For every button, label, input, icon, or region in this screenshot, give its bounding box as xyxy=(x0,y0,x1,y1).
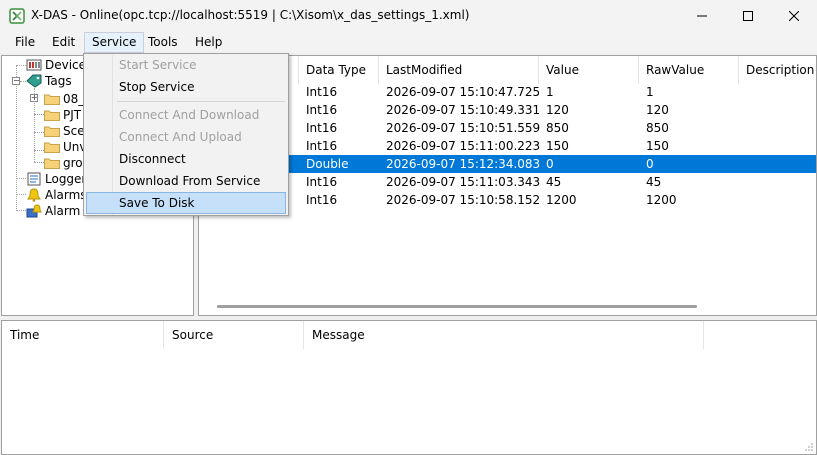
tree-item-folder[interactable]: Sce xyxy=(44,123,85,139)
table-row[interactable]: Int16 2026-09-07 15:10:51.559 850 850 xyxy=(199,119,816,137)
menu-stop-service[interactable]: Stop Service xyxy=(86,76,286,98)
menu-bar: File Edit Service Tools Help xyxy=(0,32,817,53)
tree-item-label: Alarms xyxy=(45,188,87,202)
cell-raw-value: 150 xyxy=(646,139,669,153)
cell-raw-value: 0 xyxy=(646,157,654,171)
table-row[interactable]: Int16 2026-09-07 15:10:47.725 1 1 xyxy=(199,83,816,101)
cell-data-type: Int16 xyxy=(306,175,338,189)
cell-last-modified: 2026-09-07 15:11:03.343 xyxy=(386,175,541,189)
window-title: X-DAS - Online(opc.tcp://localhost:5519 … xyxy=(31,8,470,22)
service-dropdown-menu: Start Service Stop Service Connect And D… xyxy=(83,53,289,216)
cell-value: 0 xyxy=(546,157,554,171)
menu-file[interactable]: File xyxy=(8,32,42,53)
title-bar: X-DAS - Online(opc.tcp://localhost:5519 … xyxy=(0,0,817,32)
tree-item-label: PJT xyxy=(63,108,82,122)
table-row[interactable]: Int16 2026-09-07 15:11:03.343 45 45 xyxy=(199,173,816,191)
tree-item-folder[interactable]: Unv xyxy=(44,139,87,155)
tree-item-folder[interactable]: PJT xyxy=(44,107,81,123)
menu-help[interactable]: Help xyxy=(188,32,229,53)
minimize-button[interactable] xyxy=(679,0,725,32)
cell-raw-value: 120 xyxy=(646,103,669,117)
minimize-icon xyxy=(697,15,707,17)
tree-item-label: gro xyxy=(63,156,83,170)
folder-icon xyxy=(44,142,60,153)
alarm-bell-icon xyxy=(27,188,41,202)
cell-data-type: Int16 xyxy=(306,121,338,135)
cell-data-type: Int16 xyxy=(306,193,338,207)
column-header-value[interactable]: Value xyxy=(539,56,639,84)
close-icon xyxy=(789,11,799,21)
cell-value: 150 xyxy=(546,139,569,153)
log-column-source[interactable]: Source xyxy=(164,321,304,349)
cell-value: 120 xyxy=(546,103,569,117)
menu-connect-and-upload[interactable]: Connect And Upload xyxy=(86,126,286,148)
menu-download-from-service[interactable]: Download From Service xyxy=(86,170,286,192)
table-row[interactable]: Int16 2026-09-07 15:10:58.152 1200 1200 xyxy=(199,191,816,209)
cell-data-type: Double xyxy=(306,157,349,171)
log-column-time[interactable]: Time xyxy=(2,321,164,349)
menu-service[interactable]: Service xyxy=(84,32,145,53)
horizontal-scrollbar[interactable] xyxy=(217,305,697,308)
table-row[interactable]: Int16 2026-09-07 15:10:49.331 120 120 xyxy=(199,101,816,119)
cell-last-modified: 2026-09-07 15:12:34.083 xyxy=(386,157,541,171)
tree-item-alarm-log[interactable]: Alarm L xyxy=(26,203,91,219)
resize-grip-icon[interactable] xyxy=(804,442,814,452)
cell-value: 850 xyxy=(546,121,569,135)
tree-item-label: Tags xyxy=(45,74,72,88)
menu-save-to-disk[interactable]: Save To Disk xyxy=(86,192,286,214)
folder-icon xyxy=(44,126,60,137)
folder-icon xyxy=(44,110,60,121)
column-header-data-type[interactable]: Data Type xyxy=(299,56,379,84)
cell-last-modified: 2026-09-07 15:11:00.223 xyxy=(386,139,541,153)
cell-value: 45 xyxy=(546,175,562,189)
cell-data-type: Int16 xyxy=(306,85,338,99)
tree-item-label: Sce xyxy=(63,124,85,138)
cell-last-modified: 2026-09-07 15:10:49.331 xyxy=(386,103,541,117)
column-header-description[interactable]: Description xyxy=(739,56,816,84)
table-row[interactable]: Int16 2026-09-07 15:11:00.223 150 150 xyxy=(199,137,816,155)
log-view[interactable]: Time Source Message xyxy=(1,320,817,455)
menu-start-service[interactable]: Start Service xyxy=(86,54,286,76)
folder-icon xyxy=(44,158,60,169)
cell-last-modified: 2026-09-07 15:10:51.559 xyxy=(386,121,541,135)
cell-raw-value: 1200 xyxy=(646,193,677,207)
table-row-selected[interactable]: Double 2026-09-07 15:12:34.083 0 0 xyxy=(199,155,816,173)
tree-item-label: Logger xyxy=(45,172,87,186)
tree-item-alarms[interactable]: Alarms xyxy=(26,187,87,203)
menu-disconnect[interactable]: Disconnect xyxy=(86,148,286,170)
column-header-last-modified[interactable]: LastModified xyxy=(379,56,539,84)
cell-raw-value: 1 xyxy=(646,85,654,99)
cell-raw-value: 850 xyxy=(646,121,669,135)
tags-icon xyxy=(26,74,42,88)
logger-icon xyxy=(27,172,41,186)
maximize-icon xyxy=(743,11,753,21)
cell-last-modified: 2026-09-07 15:10:58.152 xyxy=(386,193,541,207)
tag-grid[interactable]: Data Type LastModified Value RawValue De… xyxy=(198,55,817,316)
tags-collapse-toggle[interactable]: − xyxy=(12,77,20,85)
menu-edit[interactable]: Edit xyxy=(45,32,82,53)
cell-raw-value: 45 xyxy=(646,175,662,189)
column-header-raw-value[interactable]: RawValue xyxy=(639,56,739,84)
cell-value: 1200 xyxy=(546,193,577,207)
close-button[interactable] xyxy=(771,0,817,32)
folder-expand-toggle[interactable]: + xyxy=(30,94,38,102)
devices-icon xyxy=(26,59,42,71)
cell-value: 1 xyxy=(546,85,554,99)
cell-data-type: Int16 xyxy=(306,103,338,117)
cell-data-type: Int16 xyxy=(306,139,338,153)
maximize-button[interactable] xyxy=(725,0,771,32)
tree-item-tags[interactable]: Tags xyxy=(26,73,72,89)
tree-item-logger[interactable]: Logger xyxy=(26,171,86,187)
menu-tools[interactable]: Tools xyxy=(141,32,185,53)
tree-item-folder[interactable]: 08_ xyxy=(44,91,84,107)
cell-last-modified: 2026-09-07 15:10:47.725 xyxy=(386,85,541,99)
alarm-log-icon xyxy=(26,204,42,218)
menu-connect-and-download[interactable]: Connect And Download xyxy=(86,104,286,126)
folder-icon xyxy=(44,94,60,105)
menu-separator xyxy=(117,101,285,102)
tree-item-label: 08_ xyxy=(63,92,85,106)
log-column-message[interactable]: Message xyxy=(304,321,704,349)
tree-item-folder[interactable]: gro xyxy=(44,155,83,171)
app-logo-icon xyxy=(9,8,25,24)
